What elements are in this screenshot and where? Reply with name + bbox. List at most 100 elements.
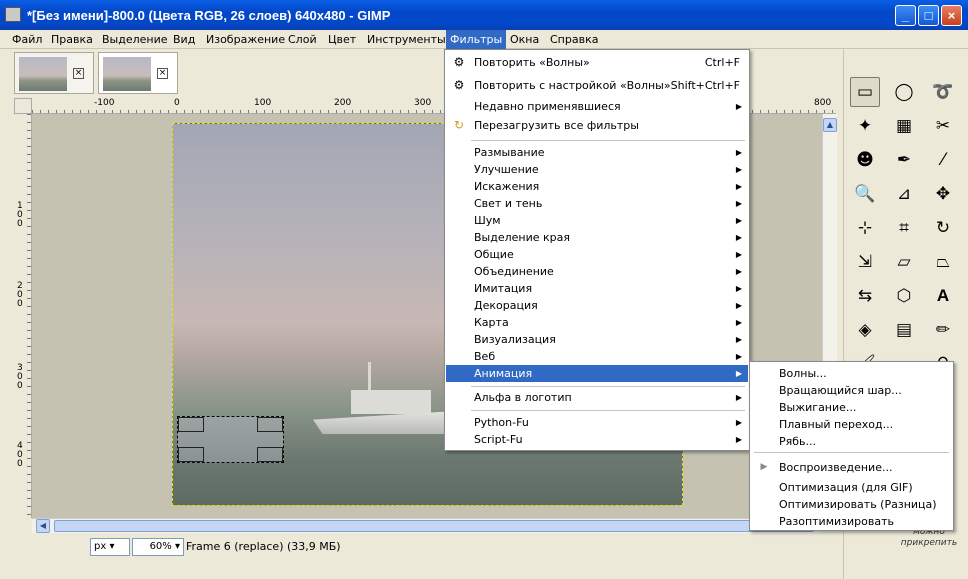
menu-item-category[interactable]: Улучшение ▶ — [446, 161, 748, 178]
close-tab-icon[interactable]: × — [73, 68, 84, 79]
menu-item-animation[interactable]: Разоптимизировать — [751, 513, 952, 530]
menu-item-category[interactable]: Шум ▶ — [446, 212, 748, 229]
menu-item-label: Анимация — [474, 367, 533, 380]
bucket-fill-tool-icon[interactable]: ◈ — [850, 315, 880, 345]
ellipse-select-tool-icon[interactable]: ◯ — [889, 77, 919, 107]
vertical-ruler[interactable]: 100 200 300 400 — [14, 114, 32, 518]
menu-item-category[interactable]: Искажения ▶ — [446, 178, 748, 195]
menu-tools[interactable]: Инструменты — [367, 33, 446, 46]
measure-tool-icon[interactable]: ⊿ — [889, 179, 919, 209]
menu-image[interactable]: Изображение — [206, 33, 285, 46]
menu-item-animation[interactable]: Выжигание... — [751, 399, 952, 416]
align-tool-icon[interactable]: ⊹ — [850, 213, 880, 243]
flip-tool-icon[interactable]: ⇆ — [850, 281, 880, 311]
menu-item-playback[interactable]: ▶ Воспроизведение... — [751, 459, 952, 476]
foreground-select-tool-icon[interactable]: ☻ — [850, 145, 880, 175]
image-thumbnail — [103, 57, 151, 91]
menu-file[interactable]: Файл — [12, 33, 42, 46]
rect-select-tool-icon[interactable]: ▭ — [850, 77, 880, 107]
horizontal-scroll-thumb[interactable] — [54, 520, 814, 532]
zoom-tool-icon[interactable]: 🔍 — [850, 179, 880, 209]
rotate-tool-icon[interactable]: ↻ — [928, 213, 958, 243]
menu-windows[interactable]: Окна — [510, 33, 539, 46]
maximize-button[interactable]: □ — [918, 5, 939, 26]
menu-layer[interactable]: Слой — [288, 33, 317, 46]
menu-item-category[interactable]: Свет и тень ▶ — [446, 195, 748, 212]
image-tab[interactable]: × — [14, 52, 94, 94]
zoom-value: 60% — [149, 541, 172, 552]
menu-colors[interactable]: Цвет — [328, 33, 356, 46]
menu-view[interactable]: Вид — [173, 33, 195, 46]
menu-item-category[interactable]: Выделение края ▶ — [446, 229, 748, 246]
shear-tool-icon[interactable]: ▱ — [889, 247, 919, 277]
zoom-select[interactable]: 60% ▾ — [132, 538, 184, 556]
text-tool-icon[interactable]: A — [928, 281, 958, 311]
move-tool-icon[interactable]: ✥ — [928, 179, 958, 209]
ruler-tick-label: -100 — [94, 98, 115, 108]
menu-help[interactable]: Справка — [550, 33, 598, 46]
menu-item-category[interactable]: Общие ▶ — [446, 246, 748, 263]
free-select-tool-icon[interactable]: ➰ — [928, 77, 958, 107]
menu-item-category[interactable]: Объединение ▶ — [446, 263, 748, 280]
menu-item-animation[interactable]: Оптимизация (для GIF) — [751, 479, 952, 496]
crop-tool-icon[interactable]: ⌗ — [889, 213, 919, 243]
shortcut-label: Ctrl+F — [704, 56, 740, 69]
menu-item-python-fu[interactable]: Python-Fu ▶ — [446, 414, 748, 431]
menu-select[interactable]: Выделение — [102, 33, 168, 46]
menu-item-label: Плавный переход... — [779, 418, 894, 431]
menu-item-category[interactable]: Веб ▶ — [446, 348, 748, 365]
menu-separator — [754, 452, 949, 453]
menu-item-reshow[interactable]: ⚙ Повторить с настройкой «Волны» Shift+C… — [446, 77, 748, 94]
menu-item-category[interactable]: Имитация ▶ — [446, 280, 748, 297]
gimp-app-icon[interactable] — [5, 7, 21, 22]
cage-tool-icon[interactable]: ⬡ — [889, 281, 919, 311]
menu-item-category[interactable]: Размывание ▶ — [446, 144, 748, 161]
menu-item-animation[interactable]: Плавный переход... — [751, 416, 952, 433]
submenu-arrow-icon: ▶ — [735, 335, 742, 344]
perspective-tool-icon[interactable]: ⏢ — [928, 247, 958, 277]
menu-item-label: Недавно применявшиеся — [474, 100, 621, 113]
menu-item-category[interactable]: Декорация ▶ — [446, 297, 748, 314]
close-button[interactable]: × — [941, 5, 962, 26]
fuzzy-select-tool-icon[interactable]: ✦ — [850, 111, 880, 141]
menu-item-reload[interactable]: ↻ Перезагрузить все фильтры — [446, 117, 748, 134]
submenu-arrow-icon: ▶ — [735, 393, 742, 402]
blend-tool-icon[interactable]: ▤ — [889, 315, 919, 345]
image-tab-active[interactable]: × — [98, 52, 178, 94]
horizontal-scrollbar[interactable]: ◀ — [32, 518, 822, 533]
menu-item-animation[interactable]: Оптимизировать (Разница) — [751, 496, 952, 513]
color-picker-tool-icon[interactable]: ⁄ — [928, 145, 958, 175]
menu-item-label: Альфа в логотип — [474, 391, 572, 404]
scroll-up-icon[interactable]: ▲ — [823, 118, 837, 132]
menu-item-category[interactable]: Анимация ▶ — [446, 365, 748, 382]
menu-filters[interactable]: Фильтры — [446, 30, 507, 49]
scissors-tool-icon[interactable]: ✂ — [928, 111, 958, 141]
menu-item-category[interactable]: Карта ▶ — [446, 314, 748, 331]
menu-item-script-fu[interactable]: Script-Fu ▶ — [446, 431, 748, 448]
scale-tool-icon[interactable]: ⇲ — [850, 247, 880, 277]
menu-item-label: Свет и тень — [474, 197, 543, 210]
filters-menu: ⚙ Повторить «Волны» Ctrl+F ⚙ Повторить с… — [444, 49, 750, 451]
menu-item-animation[interactable]: Волны... — [751, 365, 952, 382]
menu-item-category[interactable]: Визуализация ▶ — [446, 331, 748, 348]
menu-item-recent[interactable]: Недавно применявшиеся ▶ — [446, 98, 748, 115]
menu-edit[interactable]: Правка — [51, 33, 93, 46]
menu-item-animation[interactable]: Рябь... — [751, 433, 952, 450]
close-tab-icon[interactable]: × — [157, 68, 168, 79]
menu-item-alpha-to-logo[interactable]: Альфа в логотип ▶ — [446, 389, 748, 406]
animation-submenu: Волны... Вращающийся шар... Выжигание... Пл… — [749, 361, 954, 531]
unit-select[interactable]: px ▾ — [90, 538, 130, 556]
pencil-tool-icon[interactable]: ✏ — [928, 315, 958, 345]
scroll-left-icon[interactable]: ◀ — [36, 519, 50, 533]
menu-item-label: Повторить с настройкой «Волны» — [474, 79, 671, 92]
menu-item-repeat[interactable]: ⚙ Повторить «Волны» Ctrl+F — [446, 54, 748, 71]
submenu-arrow-icon: ▶ — [735, 216, 742, 225]
floating-selection[interactable] — [177, 416, 284, 463]
status-message: Frame 6 (replace) (33,9 МБ) — [186, 540, 341, 553]
menu-item-animation[interactable]: Вращающийся шар... — [751, 382, 952, 399]
color-select-tool-icon[interactable]: ▦ — [889, 111, 919, 141]
menu-item-label: Декорация — [474, 299, 538, 312]
ruler-corner[interactable] — [14, 98, 32, 114]
paths-tool-icon[interactable]: ✒ — [889, 145, 919, 175]
minimize-button[interactable]: _ — [895, 5, 916, 26]
